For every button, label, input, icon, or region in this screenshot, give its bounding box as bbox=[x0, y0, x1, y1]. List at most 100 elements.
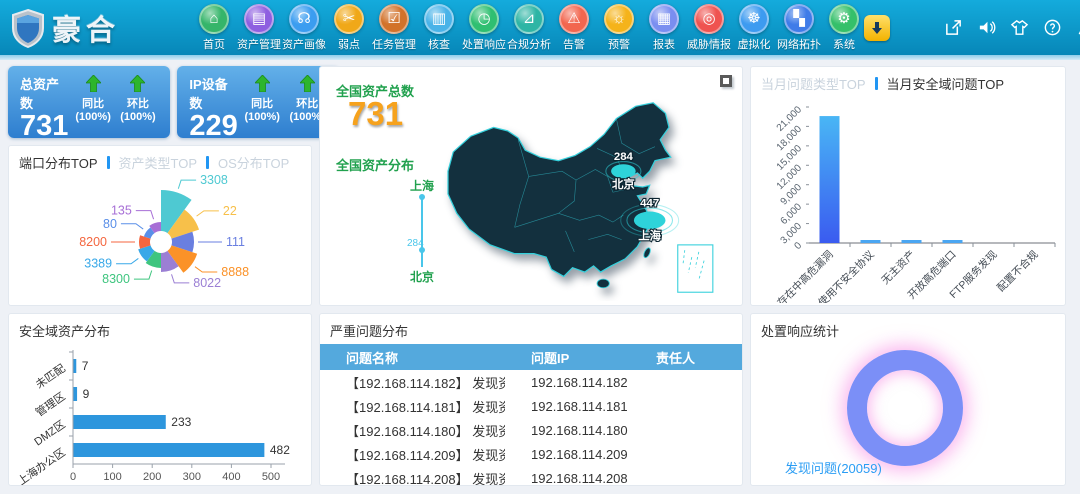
response-donut-chart bbox=[847, 350, 963, 466]
share-icon: ☊ bbox=[289, 4, 319, 34]
nav-item-virtualization[interactable]: ☸ 虚拟化 bbox=[734, 4, 774, 52]
panel-title: 严重问题分布 bbox=[320, 314, 742, 344]
tab-port-top[interactable]: 端口分布TOP bbox=[19, 153, 98, 172]
monthly-issues-bar-chart: 03,0006,0009,00012,00015,00018,00021,000… bbox=[751, 95, 1065, 306]
topbar-actions bbox=[864, 15, 1080, 41]
svg-text:200: 200 bbox=[143, 471, 161, 483]
legend-found-issues[interactable]: 发现问题(20059) bbox=[785, 458, 882, 477]
nav-item-disposal-response[interactable]: ◷ 处置响应 bbox=[464, 4, 504, 52]
panel-critical-issues: 严重问题分布 问题名称 问题IP 责任人 【192.168.114.182】 发… bbox=[319, 313, 743, 486]
axis-line: 284 bbox=[421, 195, 423, 267]
col-issue-name: 问题名称 bbox=[320, 348, 505, 367]
svg-text:135: 135 bbox=[111, 204, 132, 218]
map-total-value: 731 bbox=[348, 95, 403, 133]
clipboard-icon: ☑ bbox=[379, 4, 409, 34]
broken-link-icon: ✂ bbox=[334, 4, 364, 34]
table-row[interactable]: 【192.168.114.208】 发现资产不... 192.168.114.2… bbox=[320, 466, 742, 486]
port-panel-tabs: 端口分布TOP 资产类型TOP OS分布TOP bbox=[9, 146, 311, 174]
table-row[interactable]: 【192.168.114.180】 发现资产不... 192.168.114.1… bbox=[320, 418, 742, 442]
yoy-trend: 同比 (100%) bbox=[240, 74, 285, 132]
dashboard-content: 总资产数 731 同比 (100%) 环比 (100%) bbox=[0, 60, 1080, 486]
svg-text:9: 9 bbox=[83, 387, 90, 401]
port-rose-chart: 3308221118888802283003389820080135 bbox=[9, 174, 311, 306]
nav-item-asset-management[interactable]: ▤ 资产管理 bbox=[239, 4, 279, 52]
nav-item-home[interactable]: ⌂ 首页 bbox=[194, 4, 234, 52]
table-row[interactable]: 【192.168.114.181】 发现资产不... 192.168.114.1… bbox=[320, 394, 742, 418]
nav-item-asset-profile[interactable]: ☊ 资产画像 bbox=[284, 4, 324, 52]
brand-name: 豪合 bbox=[52, 7, 120, 49]
svg-text:22: 22 bbox=[223, 204, 237, 218]
svg-text:447: 447 bbox=[640, 197, 659, 209]
stat-card-ip-devices: IP设备数 229 同比 (100%) 环比 (100%) bbox=[177, 66, 339, 138]
svg-text:DMZ区: DMZ区 bbox=[32, 419, 67, 449]
chart-line-icon: ⊿ bbox=[514, 4, 544, 34]
svg-text:111: 111 bbox=[226, 235, 245, 249]
nav-item-compliance-analysis[interactable]: ⊿ 合规分析 bbox=[509, 4, 549, 52]
tab-security-domain-issues-top[interactable]: 当月安全域问题TOP bbox=[887, 74, 1005, 93]
up-arrow-icon bbox=[86, 75, 101, 92]
tab-divider bbox=[206, 156, 209, 169]
nav-item-system[interactable]: ⚙ 系统 bbox=[824, 4, 864, 52]
map-distribution-label: 全国资产分布 bbox=[336, 155, 414, 174]
col-owner: 责任人 bbox=[630, 348, 742, 367]
axis-dot bbox=[419, 194, 425, 200]
monitor-icon: ▤ bbox=[244, 4, 274, 34]
fullscreen-button[interactable] bbox=[944, 18, 963, 37]
nav-item-verification[interactable]: ▥ 核查 bbox=[419, 4, 459, 52]
table-row[interactable]: 【192.168.114.209】 发现资产不... 192.168.114.2… bbox=[320, 442, 742, 466]
nav-item-network-topology[interactable]: ▚ 网络拓扑 bbox=[779, 4, 819, 52]
tab-os-top[interactable]: OS分布TOP bbox=[218, 153, 289, 172]
stat-title: IP设备数 bbox=[189, 74, 239, 112]
nav-item-task-management[interactable]: ☑ 任务管理 bbox=[374, 4, 414, 52]
download-arrow-icon bbox=[870, 21, 884, 35]
up-arrow-icon bbox=[130, 75, 145, 92]
report-grid-icon: ▦ bbox=[649, 4, 679, 34]
city-mini-axis: 上海 284 北京 bbox=[392, 177, 452, 285]
svg-text:上海办公区: 上海办公区 bbox=[15, 445, 68, 486]
clock-icon: ◷ bbox=[469, 4, 499, 34]
help-button[interactable] bbox=[1043, 18, 1062, 37]
yoy-trend: 同比 (100%) bbox=[71, 74, 116, 132]
svg-text:482: 482 bbox=[270, 443, 290, 457]
nav-item-alarm[interactable]: ⚠ 告警 bbox=[554, 4, 594, 52]
issue-panel-tabs: 当月问题类型TOP 当月安全域问题TOP bbox=[751, 67, 1065, 95]
stat-value: 731 bbox=[20, 112, 71, 141]
col-issue-ip: 问题IP bbox=[505, 348, 630, 367]
svg-text:400: 400 bbox=[222, 471, 240, 483]
svg-text:无主资产: 无主资产 bbox=[879, 248, 918, 287]
svg-text:8200: 8200 bbox=[79, 235, 107, 249]
maximize-button[interactable] bbox=[720, 75, 732, 87]
table-row[interactable]: 【192.168.114.182】 发现资产不... 192.168.114.1… bbox=[320, 370, 742, 394]
svg-text:管理区: 管理区 bbox=[33, 389, 68, 419]
svg-text:300: 300 bbox=[183, 471, 201, 483]
download-button[interactable] bbox=[864, 15, 890, 41]
axis-city-top: 上海 bbox=[410, 177, 434, 194]
axis-city-bottom: 北京 bbox=[410, 268, 434, 285]
topology-icon: ▚ bbox=[784, 4, 814, 34]
svg-text:3389: 3389 bbox=[84, 257, 112, 271]
volume-button[interactable] bbox=[977, 18, 996, 37]
panel-monthly-issues: 当月问题类型TOP 当月安全域问题TOP 03,0006,0009,00012,… bbox=[750, 66, 1066, 306]
tab-issue-type-top[interactable]: 当月问题类型TOP bbox=[761, 74, 866, 93]
nav-item-weakness[interactable]: ✂ 弱点 bbox=[329, 4, 369, 52]
panel-title: 安全域资产分布 bbox=[9, 314, 311, 344]
svg-text:500: 500 bbox=[262, 471, 280, 483]
theme-skin-button[interactable] bbox=[1010, 18, 1029, 37]
user-button[interactable] bbox=[1076, 18, 1080, 37]
nav-item-report[interactable]: ▦ 报表 bbox=[644, 4, 684, 52]
nav-item-early-warning[interactable]: ☼ 预警 bbox=[599, 4, 639, 52]
tab-asset-type-top[interactable]: 资产类型TOP bbox=[119, 153, 198, 172]
panel-domain-assets: 安全域资产分布 01002003004005007未匹配9管理区233DMZ区4… bbox=[8, 313, 312, 486]
svg-text:8888: 8888 bbox=[221, 265, 249, 279]
svg-text:8300: 8300 bbox=[102, 272, 130, 286]
up-arrow-icon bbox=[300, 75, 315, 92]
svg-text:7: 7 bbox=[82, 359, 89, 373]
gear-icon: ⚙ bbox=[829, 4, 859, 34]
panel-port-distribution: 端口分布TOP 资产类型TOP OS分布TOP 3308221118888802… bbox=[8, 145, 312, 306]
domain-assets-bar-chart: 01002003004005007未匹配9管理区233DMZ区482上海办公区 bbox=[9, 344, 311, 486]
top-nav-bar: 豪合 ⌂ 首页 ▤ 资产管理 ☊ 资产画像 ✂ 弱点 ☑ 任务管理 ▥ 核查 ◷… bbox=[0, 0, 1080, 55]
warning-triangle-icon: ⚠ bbox=[559, 4, 589, 34]
mom-trend: 环比 (100%) bbox=[116, 74, 161, 132]
south-china-sea-inset bbox=[678, 245, 713, 292]
nav-item-threat-intelligence[interactable]: ◎ 威胁情报 bbox=[689, 4, 729, 52]
